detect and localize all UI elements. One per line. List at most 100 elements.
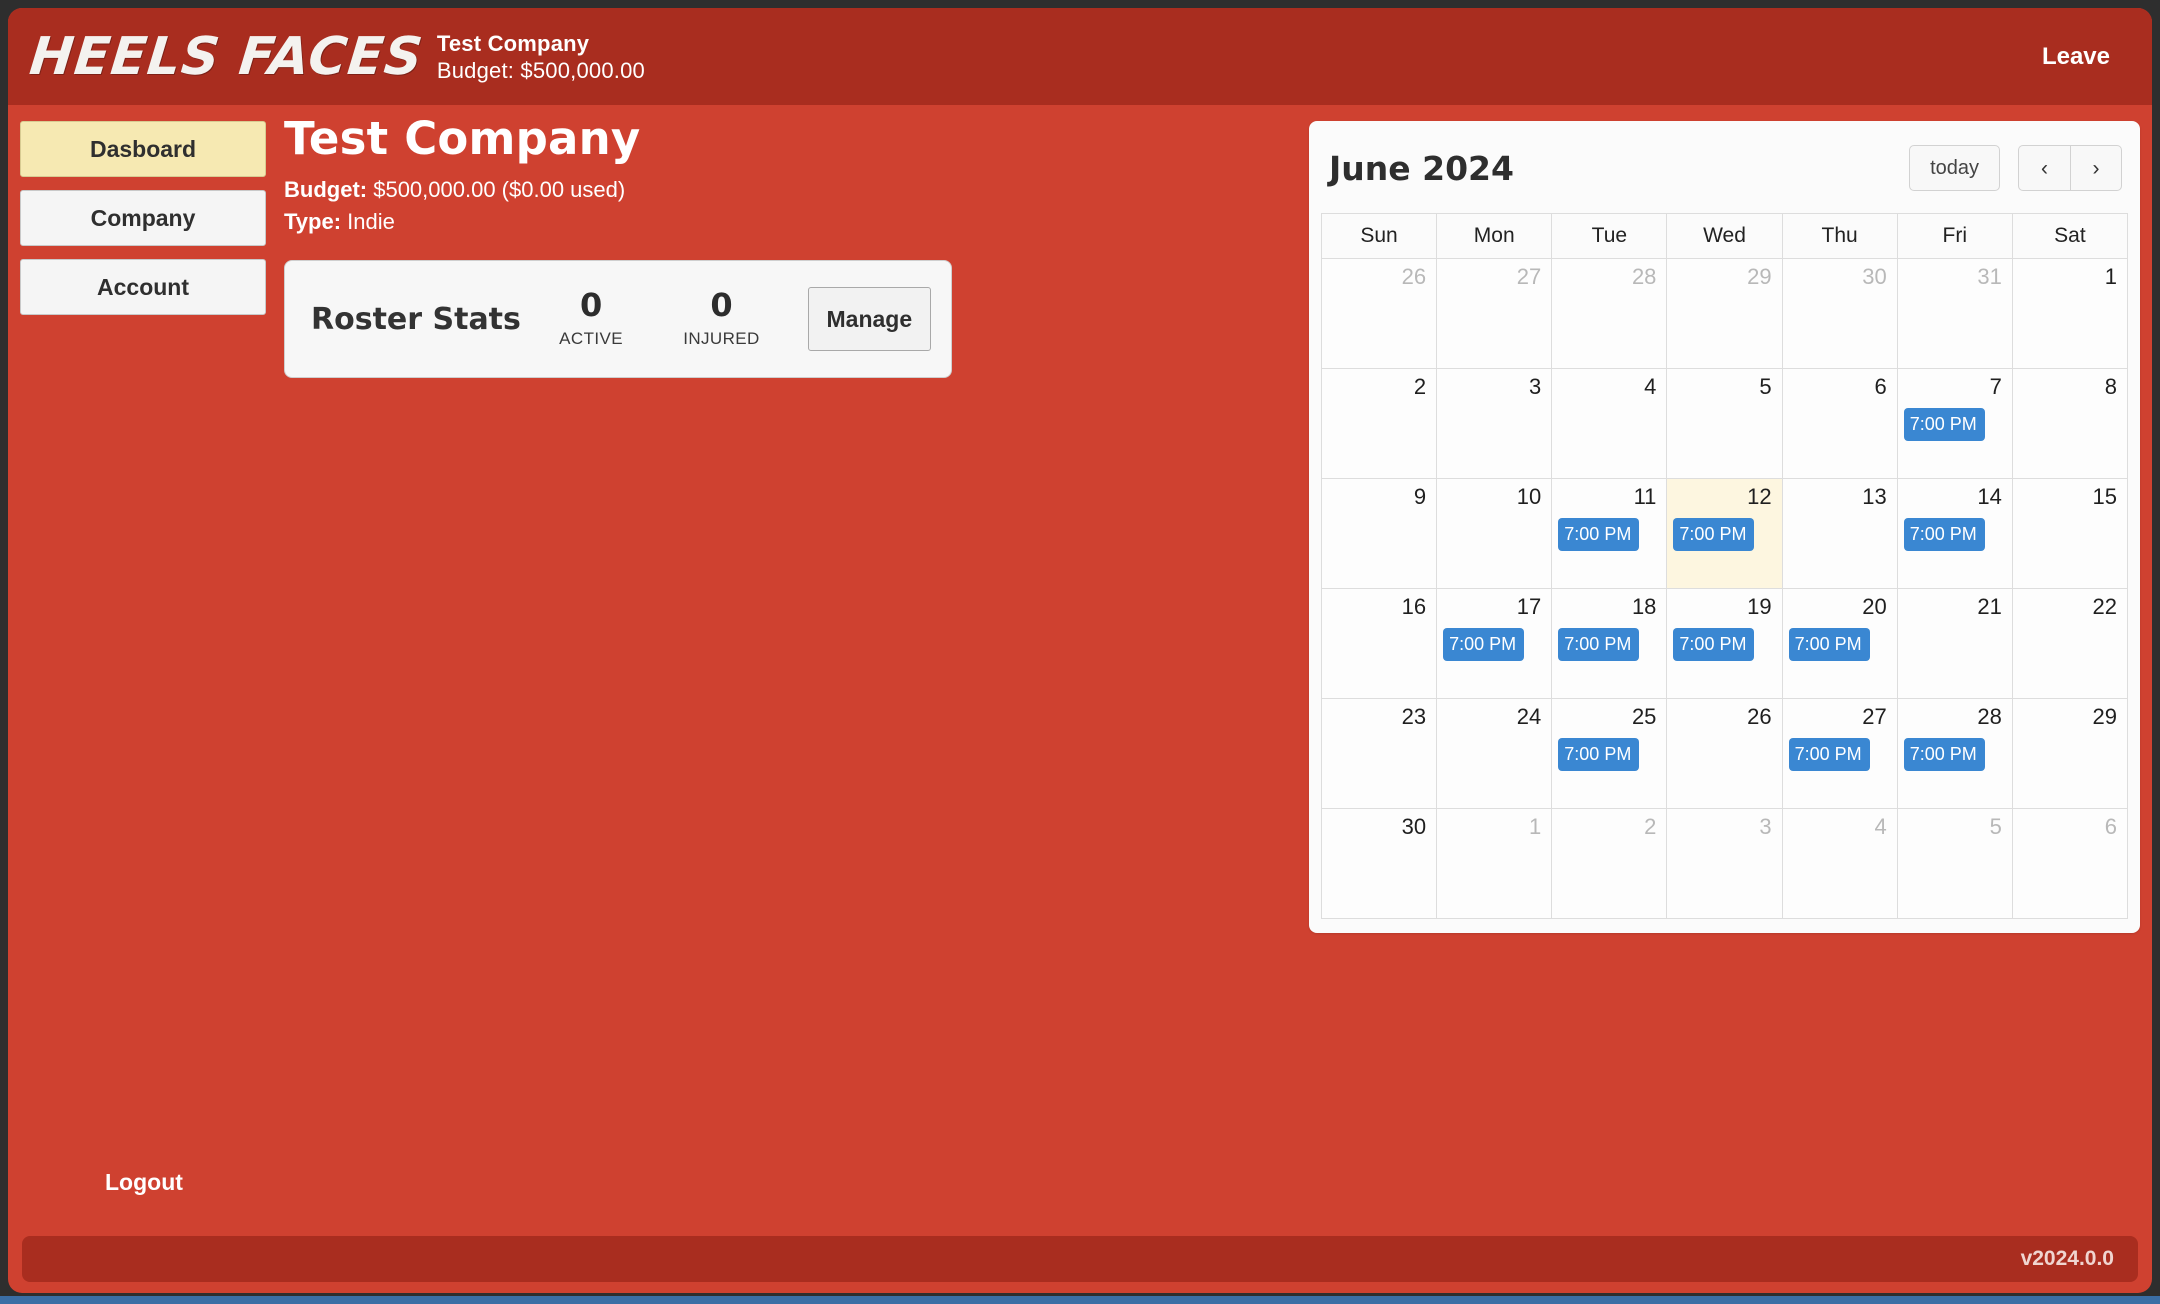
calendar-day-cell[interactable]: 14 7:00 PM [1896, 478, 2013, 589]
calendar-event[interactable]: 7:00 PM [1443, 628, 1525, 662]
calendar: June 2024 today ‹ › Sun Mon Tue Wed Thu Fri Sa… [1309, 121, 2140, 933]
calendar-week-row: 16 17 7:00 PM 18 7:00 PM 19 7:00 PM 20 7:00 PM 21… [1320, 588, 2129, 699]
calendar-event[interactable]: 7:00 PM [1673, 628, 1755, 662]
main-content: Test Company Budget: $500,000.00 ($0.00 … [278, 115, 1309, 1236]
calendar-day-cell[interactable]: 11 7:00 PM [1551, 478, 1668, 589]
calendar-event[interactable]: 7:00 PM [1788, 738, 1870, 772]
version-label: v2024.0.0 [2020, 1247, 2114, 1270]
calendar-week-row: 26 27 28 29 30 31 1 [1320, 258, 2129, 369]
chevron-left-icon[interactable]: ‹ [2018, 145, 2070, 191]
calendar-day-cell[interactable]: 26 [1666, 698, 1783, 809]
calendar-day-number: 4 [1874, 814, 1887, 839]
calendar-day-number: 13 [1862, 484, 1887, 509]
top-bar-company-name: Test Company [436, 30, 590, 56]
budget-line: Budget: $500,000.00 ($0.00 used) [284, 174, 1295, 206]
calendar-day-cell[interactable]: 29 [1666, 258, 1783, 369]
calendar-day-cell[interactable]: 30 [1781, 258, 1898, 369]
calendar-day-number: 17 [1516, 594, 1542, 619]
calendar-day-cell[interactable]: 3 [1666, 808, 1783, 919]
calendar-day-number: 18 [1631, 594, 1657, 619]
calendar-day-cell[interactable]: 22 [2011, 588, 2129, 699]
calendar-day-cell[interactable]: 15 [2011, 478, 2129, 589]
sidebar-item-company[interactable]: Company [20, 190, 266, 246]
calendar-day-cell[interactable]: 10 [1436, 478, 1553, 589]
calendar-event[interactable]: 7:00 PM [1558, 628, 1640, 662]
calendar-day-cell[interactable]: 19 7:00 PM [1666, 588, 1783, 699]
calendar-day-cell[interactable]: 4 [1551, 368, 1668, 479]
calendar-event[interactable]: 7:00 PM [1903, 408, 1985, 442]
calendar-day-cell[interactable]: 8 [2011, 368, 2129, 479]
calendar-event[interactable]: 7:00 PM [1558, 738, 1640, 772]
calendar-day-number: 1 [2104, 264, 2117, 289]
calendar-day-cell[interactable]: 5 [1896, 808, 2013, 919]
calendar-day-number: 2 [1644, 814, 1657, 839]
calendar-day-cell[interactable]: 31 [1896, 258, 2013, 369]
calendar-day-number: 7 [1989, 374, 2002, 399]
calendar-day-cell[interactable]: 3 [1436, 368, 1553, 479]
calendar-day-number: 6 [2104, 814, 2117, 839]
calendar-day-number: 11 [1633, 484, 1657, 509]
budget-value: $500,000.00 ($0.00 used) [373, 177, 626, 203]
calendar-day-cell[interactable]: 7 7:00 PM [1896, 368, 2013, 479]
calendar-day-number: 24 [1516, 704, 1542, 729]
calendar-event[interactable]: 7:00 PM [1673, 518, 1755, 552]
chevron-right-icon[interactable]: › [2070, 145, 2122, 191]
calendar-day-cell[interactable]: 1 [1436, 808, 1553, 919]
calendar-day-cell[interactable]: 18 7:00 PM [1551, 588, 1668, 699]
calendar-day-cell[interactable]: 29 [2011, 698, 2129, 809]
calendar-event[interactable]: 7:00 PM [1558, 518, 1640, 552]
calendar-day-cell[interactable]: 28 [1551, 258, 1668, 369]
calendar-event[interactable]: 7:00 PM [1788, 628, 1870, 662]
calendar-day-cell[interactable]: 28 7:00 PM [1896, 698, 2013, 809]
calendar-day-cell[interactable]: 13 [1781, 478, 1898, 589]
calendar-day-number: 8 [2104, 374, 2117, 399]
calendar-day-cell[interactable]: 12 7:00 PM [1666, 478, 1783, 589]
calendar-day-number: 3 [1759, 814, 1772, 839]
calendar-day-cell[interactable]: 27 [1436, 258, 1553, 369]
calendar-day-cell[interactable]: 25 7:00 PM [1551, 698, 1668, 809]
calendar-event[interactable]: 7:00 PM [1903, 518, 1985, 552]
calendar-body: 26 27 28 29 30 31 1 2 3 4 5 6 7 7:00 PM 8 9 10 11 7:00 PM 1… [1320, 258, 2129, 919]
calendar-weekday-sat: Sat [2011, 213, 2129, 259]
calendar-day-cell[interactable]: 23 [1320, 698, 1438, 809]
manage-roster-button[interactable]: Manage [807, 287, 931, 352]
calendar-day-cell[interactable]: 17 7:00 PM [1436, 588, 1553, 699]
type-label: Type: [284, 209, 342, 235]
calendar-day-cell[interactable]: 26 [1320, 258, 1438, 369]
calendar-day-cell[interactable]: 6 [1781, 368, 1898, 479]
calendar-day-cell[interactable]: 20 7:00 PM [1781, 588, 1898, 699]
calendar-day-cell[interactable]: 1 [2011, 258, 2129, 369]
calendar-day-cell[interactable]: 30 [1320, 808, 1438, 919]
calendar-weekday-tue: Tue [1551, 213, 1668, 259]
calendar-day-cell[interactable]: 16 [1320, 588, 1438, 699]
calendar-day-cell[interactable]: 24 [1436, 698, 1553, 809]
calendar-day-cell[interactable]: 4 [1781, 808, 1898, 919]
sidebar-item-account[interactable]: Account [20, 259, 266, 315]
logout-container: Logout [20, 1169, 266, 1236]
calendar-day-number: 14 [1977, 484, 2002, 509]
calendar-today-button[interactable]: today [1909, 145, 2000, 191]
calendar-day-cell[interactable]: 2 [1320, 368, 1438, 479]
sidebar-item-dashboard[interactable]: Dasboard [20, 121, 266, 177]
page-body: Dasboard Company Account Logout Test Com… [8, 105, 2152, 1236]
calendar-day-number: 31 [1977, 264, 2002, 289]
calendar-day-cell[interactable]: 2 [1551, 808, 1668, 919]
calendar-weekday-fri: Fri [1896, 213, 2013, 259]
logout-button[interactable]: Logout [105, 1169, 183, 1196]
leave-button[interactable]: Leave [2038, 37, 2114, 77]
app-logo: HEELS FACES [26, 26, 427, 87]
horizontal-scrollbar[interactable] [0, 1296, 2160, 1304]
calendar-day-cell[interactable]: 5 [1666, 368, 1783, 479]
calendar-week-row: 9 10 11 7:00 PM 12 7:00 PM 13 14 7:00 PM 15 [1320, 478, 2129, 589]
calendar-day-number: 29 [1747, 264, 1772, 289]
calendar-weekday-mon: Mon [1436, 213, 1553, 259]
roster-stat-active: 0 ACTIVE [531, 289, 651, 349]
calendar-grid: Sun Mon Tue Wed Thu Fri Sat 26 27 28 29 30 31 1 2 3 4 5 6… [1320, 213, 2129, 919]
calendar-day-cell[interactable]: 21 [1896, 588, 2013, 699]
calendar-weekday-wed: Wed [1666, 213, 1783, 259]
calendar-day-cell[interactable]: 27 7:00 PM [1781, 698, 1898, 809]
calendar-day-number: 2 [1413, 374, 1427, 399]
calendar-day-cell[interactable]: 9 [1320, 478, 1438, 589]
calendar-day-cell[interactable]: 6 [2011, 808, 2129, 919]
calendar-event[interactable]: 7:00 PM [1903, 738, 1985, 772]
